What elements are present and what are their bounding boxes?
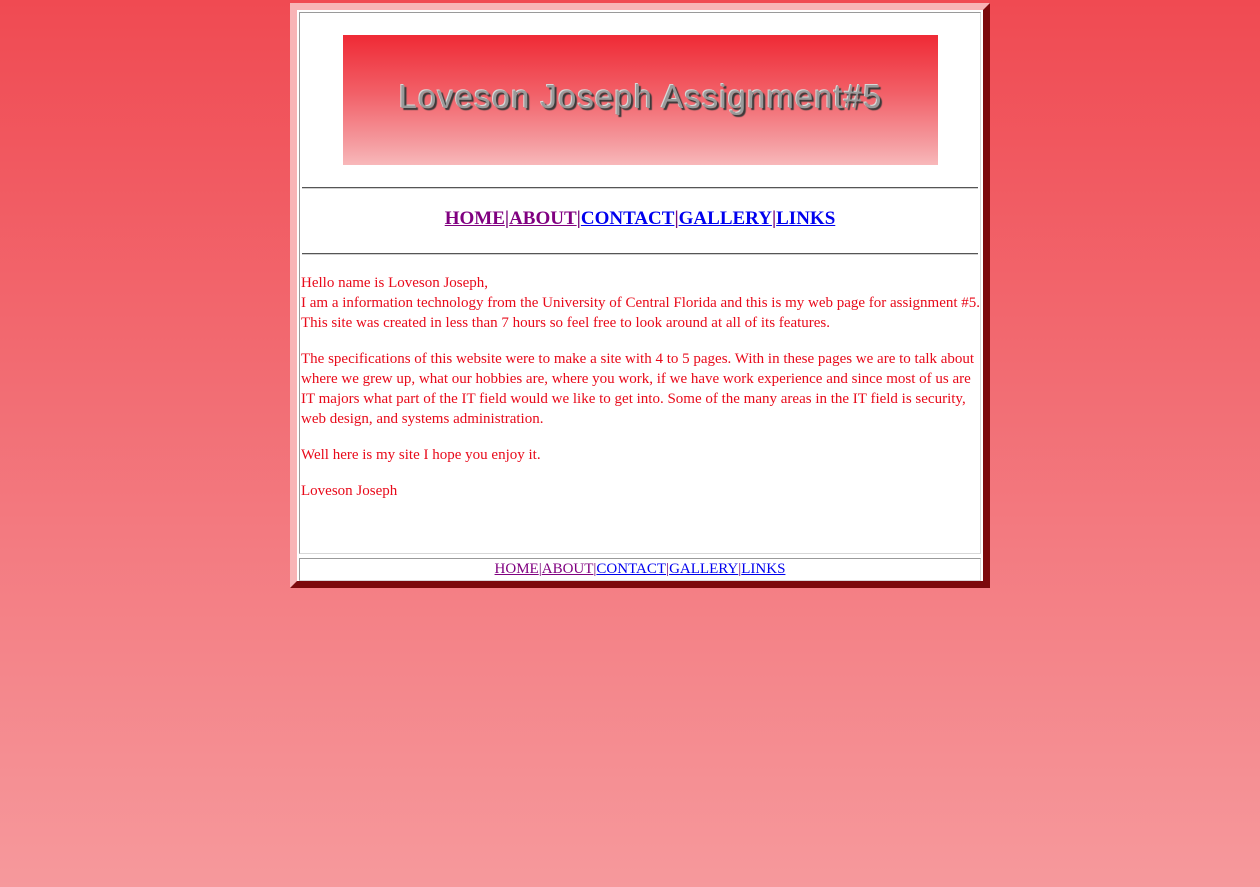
intro-line-3: This site was created in less than 7 hou… <box>301 315 831 331</box>
top-navigation: HOME|ABOUT|CONTACT|GALLERY|LINKS <box>300 208 980 230</box>
closing-paragraph: Well here is my site I hope you enjoy it… <box>301 447 541 463</box>
nav-bottom-gallery-link[interactable]: GALLERY <box>669 561 738 577</box>
signature: Loveson Joseph <box>301 483 398 499</box>
nav-top-home-link[interactable]: HOME <box>445 208 505 229</box>
nav-top-gallery-link[interactable]: GALLERY <box>679 208 772 229</box>
footer-cell: HOME|ABOUT|CONTACT|GALLERY|LINKS <box>299 558 981 581</box>
nav-bottom-about-link[interactable]: ABOUT <box>542 561 594 577</box>
header-banner: Loveson Joseph Assignment#5 <box>343 35 938 165</box>
nav-top-contact-link[interactable]: CONTACT <box>581 208 675 229</box>
page-content: Hello name is Loveson Joseph, I am a inf… <box>301 273 981 517</box>
nav-bottom-links-link[interactable]: LINKS <box>741 561 785 577</box>
footer-navigation: HOME|ABOUT|CONTACT|GALLERY|LINKS <box>300 561 980 578</box>
banner-title: Loveson Joseph Assignment#5 <box>398 78 883 115</box>
nav-bottom-contact-link[interactable]: CONTACT <box>596 561 666 577</box>
page-frame: Loveson Joseph Assignment#5 HOME|ABOUT|C… <box>290 3 990 588</box>
divider-bottom <box>302 253 978 255</box>
intro-line-2: I am a information technology from the U… <box>301 295 981 311</box>
intro-line-1: Hello name is Loveson Joseph, <box>301 275 489 291</box>
nav-bottom-home-link[interactable]: HOME <box>495 561 539 577</box>
divider-top <box>302 187 978 189</box>
nav-top-links-link[interactable]: LINKS <box>776 208 835 229</box>
intro-paragraph: Hello name is Loveson Joseph, I am a inf… <box>301 273 981 333</box>
main-content-cell: Loveson Joseph Assignment#5 HOME|ABOUT|C… <box>299 12 981 554</box>
specifications-paragraph: The specifications of this website were … <box>301 351 975 427</box>
nav-top-about-link[interactable]: ABOUT <box>509 208 577 229</box>
